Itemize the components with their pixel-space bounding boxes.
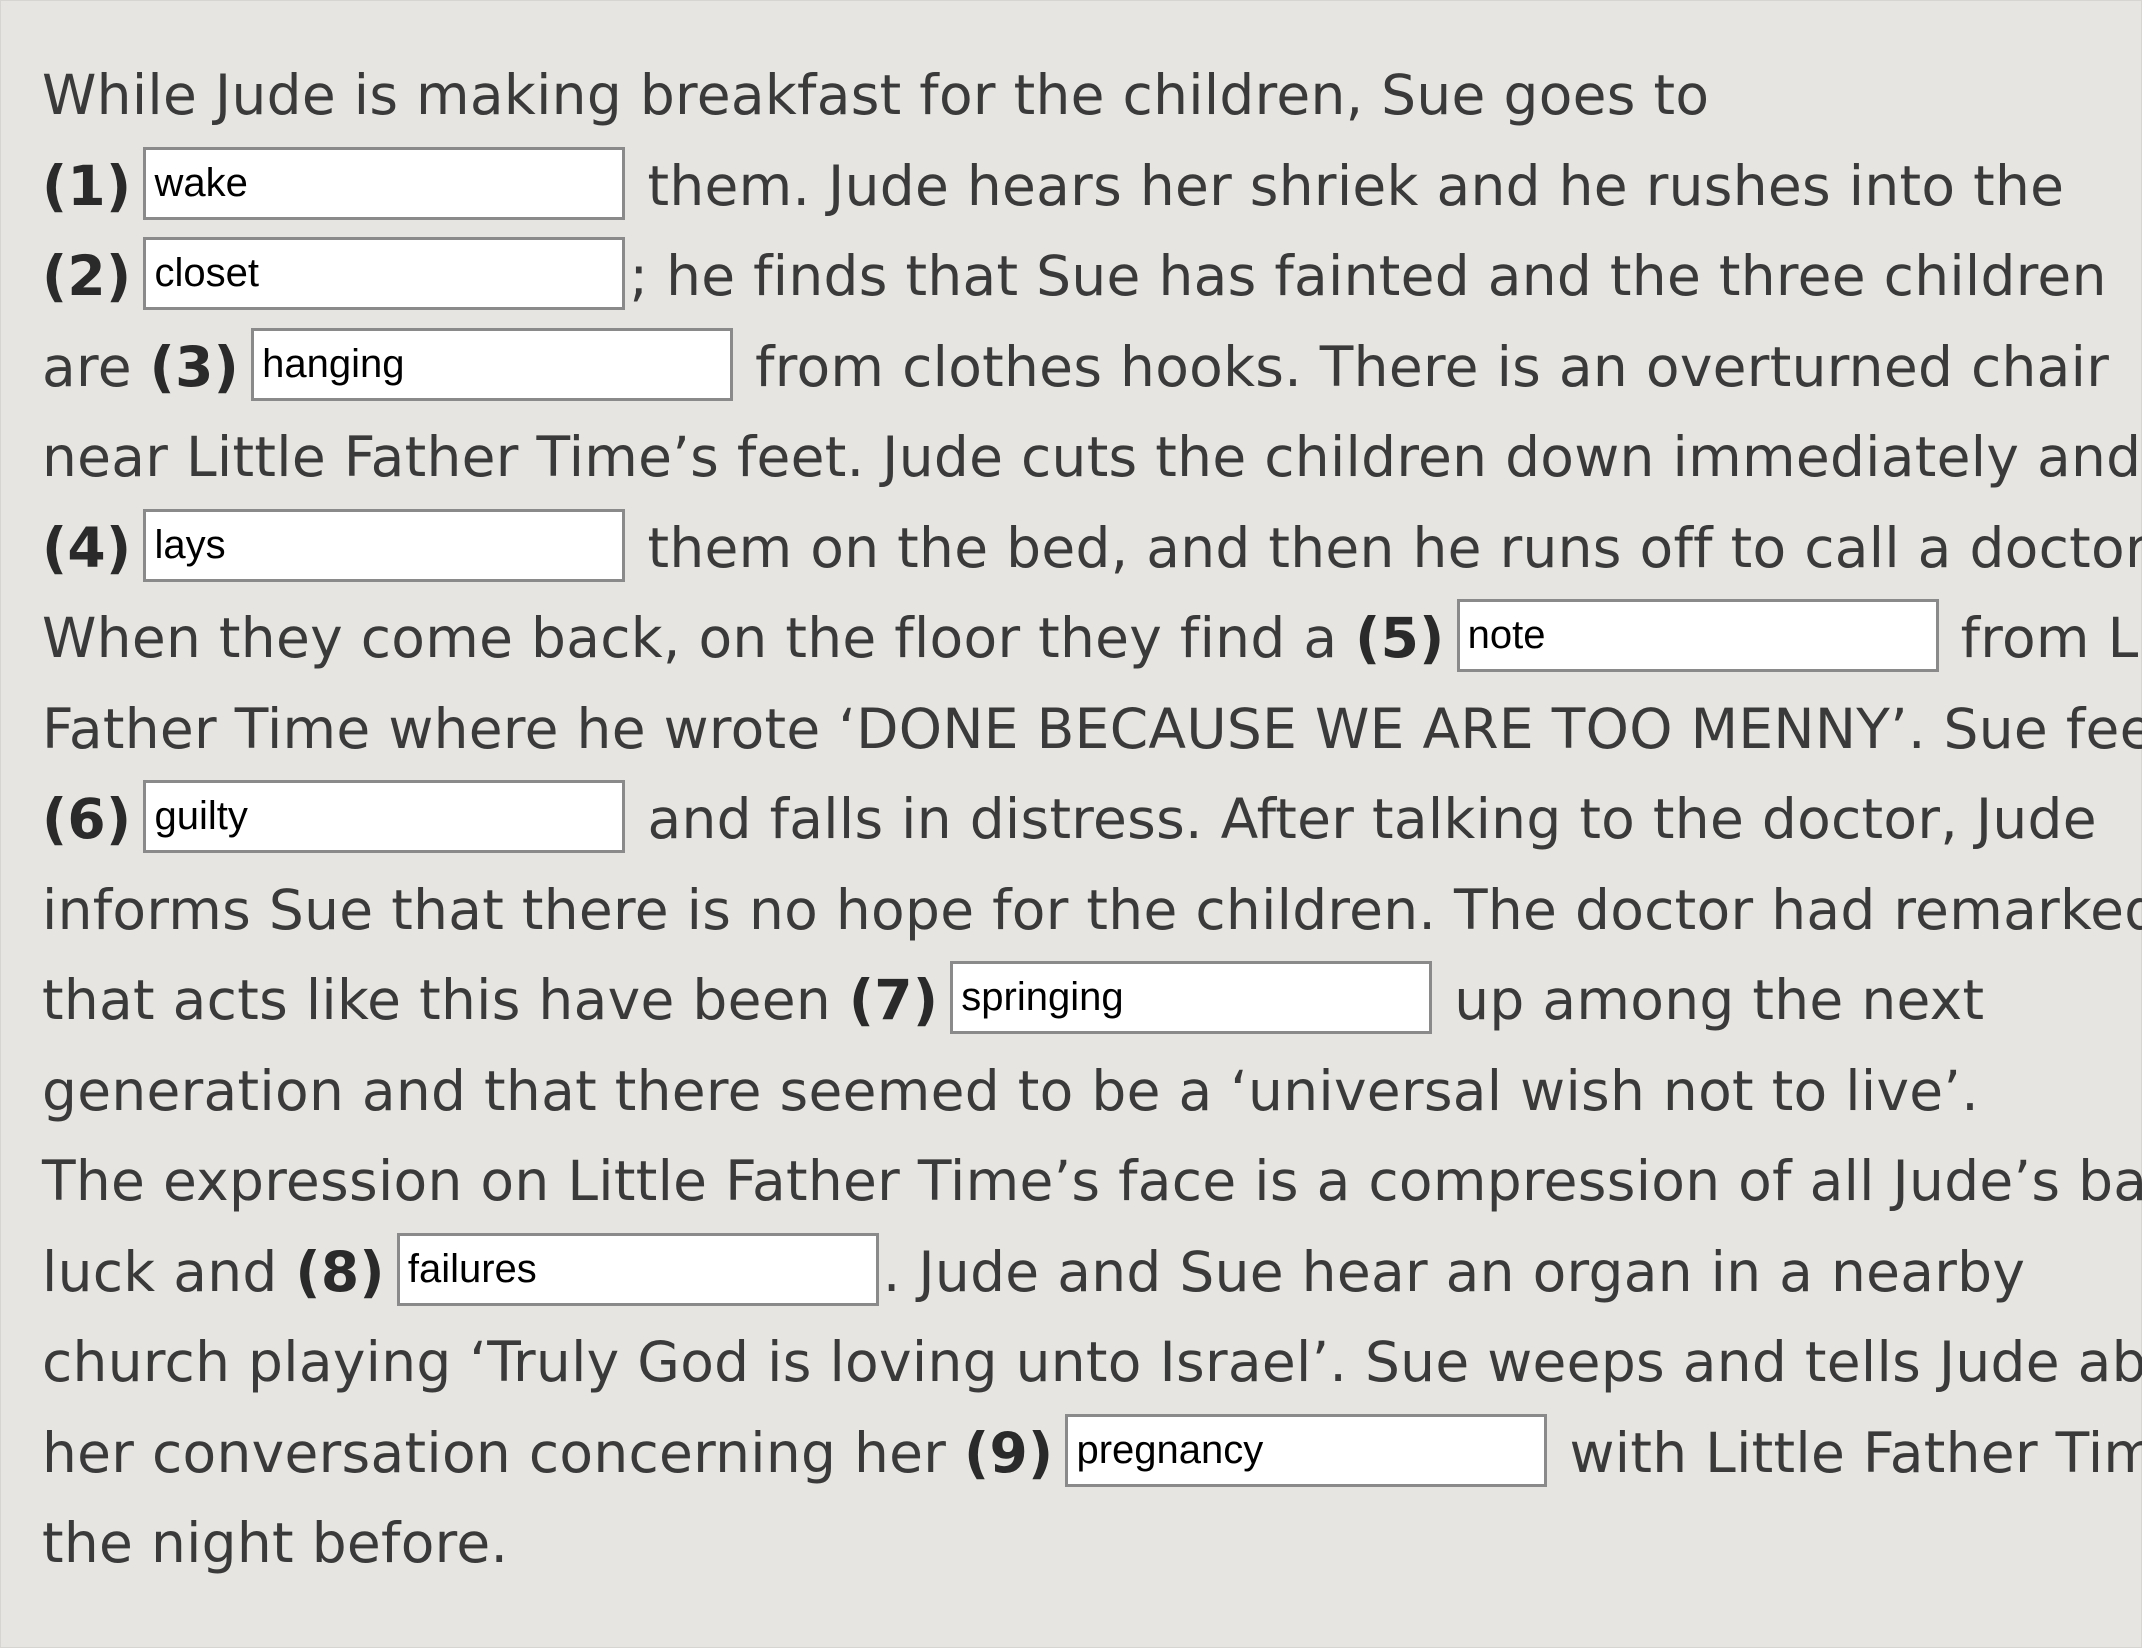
answer-input-9[interactable]: [1065, 1413, 1548, 1487]
blank-number-6: (6): [42, 787, 132, 851]
answer-input-8[interactable]: [396, 1232, 879, 1306]
passage-line: her conversation concerning her (9) with …: [42, 1408, 2142, 1499]
answer-input-7[interactable]: [950, 961, 1433, 1035]
passage-line: The expression on Little Father Time’s f…: [42, 1136, 2142, 1227]
passage-text: up among the next: [1454, 968, 1985, 1032]
blank-number-3: (3): [149, 334, 240, 399]
passage-line: the night before.: [42, 1498, 2122, 1589]
passage-text: them on the bed, and then he runs off to…: [647, 515, 2142, 580]
passage-text: When they come back, on the floor they f…: [42, 606, 1338, 670]
passage-line: church playing ‘Truly God is loving unto…: [42, 1317, 2142, 1408]
passage-text: informs Sue that there is no hope for th…: [42, 877, 2142, 942]
passage-line: (4) them on the bed, and then he runs off…: [42, 503, 2142, 594]
passage-line: When they come back, on the floor they f…: [42, 593, 2142, 684]
passage-text: with Little Father Time: [1569, 1420, 2142, 1485]
passage-line: generation and that there seemed to be a…: [42, 1046, 2122, 1137]
passage-text: generation and that there seemed to be a…: [42, 1058, 1980, 1123]
blank-number-5: (5): [1355, 606, 1445, 670]
passage-line: informs Sue that there is no hope for th…: [42, 865, 2142, 956]
passage-text: her conversation concerning her: [42, 1420, 947, 1485]
passage-line: (6) and falls in distress. After talking …: [42, 774, 2122, 865]
blank-number-2: (2): [42, 244, 132, 308]
answer-input-3[interactable]: [251, 327, 734, 401]
passage-text: are: [42, 334, 132, 399]
passage-line: (1) them. Jude hears her shriek and he ru…: [42, 141, 2122, 232]
blank-number-1: (1): [42, 153, 132, 218]
blank-number-8: (8): [295, 1239, 385, 1304]
passage-text: ; he finds that Sue has fainted and the …: [629, 244, 2107, 308]
passage-text: them. Jude hears her shriek and he rushe…: [647, 153, 2065, 218]
blank-number-9: (9): [964, 1420, 1054, 1485]
passage-text: luck and: [42, 1239, 278, 1304]
passage-line: near Little Father Time’s feet. Jude cut…: [42, 412, 2141, 503]
passage-line: are (3) from clothes hooks. There is an o…: [42, 322, 2122, 413]
passage-line: While Jude is making breakfast for the c…: [42, 50, 2122, 141]
blank-number-4: (4): [42, 515, 132, 580]
answer-input-1[interactable]: [143, 146, 626, 220]
cloze-passage: While Jude is making breakfast for the c…: [42, 50, 2142, 1589]
passage-text: While Jude is making breakfast for the c…: [42, 63, 1710, 127]
passage-text: . Jude and Sue hear an organ in a nearby: [882, 1239, 2026, 1304]
answer-input-5[interactable]: [1456, 599, 1939, 673]
answer-input-4[interactable]: [143, 508, 626, 582]
answer-input-6[interactable]: [143, 780, 626, 854]
passage-text: that acts like this have been: [42, 968, 832, 1032]
passage-line: (2) ; he finds that Sue has fainted and t…: [42, 231, 2122, 322]
passage-text: near Little Father Time’s feet. Jude cut…: [42, 425, 2142, 489]
passage-text: The expression on Little Father Time’s f…: [42, 1149, 2142, 1213]
passage-line: that acts like this have been (7) up amon…: [42, 955, 2122, 1046]
passage-line: luck and (8) . Jude and Sue hear an organ…: [42, 1227, 2122, 1318]
blank-number-7: (7): [848, 968, 939, 1032]
passage-text: church playing ‘Truly God is loving unto…: [42, 1330, 2142, 1394]
passage-text: and falls in distress. After talking to …: [647, 787, 2097, 851]
answer-input-2[interactable]: [143, 237, 626, 311]
passage-text: Father Time where he wrote ‘DONE BECAUSE…: [42, 696, 2142, 761]
passage-text: the night before.: [42, 1511, 509, 1575]
passage-text: from Little: [1960, 606, 2142, 670]
passage-text: from clothes hooks. There is an overturn…: [755, 334, 2110, 399]
passage-line: Father Time where he wrote ‘DONE BECAUSE…: [42, 684, 2142, 775]
